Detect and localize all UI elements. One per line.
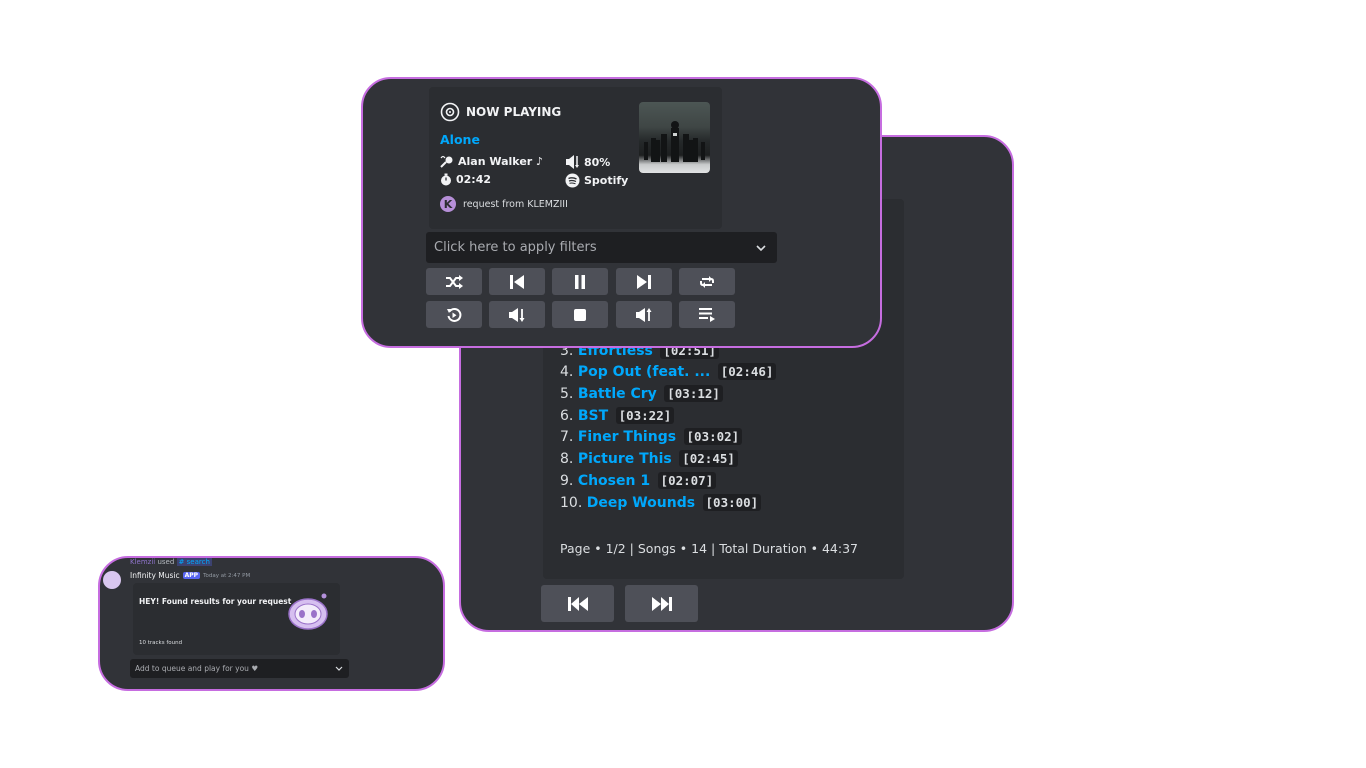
duration-field: 02:42 xyxy=(440,173,491,186)
queue-track-list: 2. Through Da Stor... [03:15] 3. Effortl… xyxy=(560,320,789,514)
track-title[interactable]: Deep Wounds xyxy=(587,495,695,511)
track-title[interactable]: Battle Cry xyxy=(578,386,657,402)
search-embed: HEY! Found results for your request 10 t… xyxy=(133,583,340,655)
now-playing-header: NOW PLAYING xyxy=(440,102,561,122)
requester: K request from KLEMZIII xyxy=(440,196,568,212)
queue-track: 10. Deep Wounds [03:00] xyxy=(560,492,788,514)
track-index: 5. xyxy=(560,386,574,403)
shuffle-button[interactable] xyxy=(426,268,482,295)
disc-icon xyxy=(440,102,460,122)
artist-field: Alan Walker ♪ xyxy=(440,155,543,168)
track-index: 6. xyxy=(560,407,574,424)
track-index: 8. xyxy=(560,451,574,468)
volume-icon xyxy=(566,155,579,169)
volume-down-button[interactable] xyxy=(489,301,545,328)
queue-track: 6. BST [03:22] xyxy=(560,405,788,427)
volume-value: 80% xyxy=(584,155,611,169)
next-button[interactable] xyxy=(616,268,672,295)
loop-button[interactable] xyxy=(679,268,735,295)
replay-icon xyxy=(447,307,462,322)
requester-avatar: K xyxy=(440,196,456,212)
track-index: 7. xyxy=(560,429,574,446)
skip-forward-icon xyxy=(651,596,672,611)
track-title[interactable]: Pop Out (feat. ... xyxy=(578,364,710,380)
command-name[interactable]: # search xyxy=(176,558,212,566)
track-title[interactable]: Picture This xyxy=(578,451,672,467)
track-duration: [02:46] xyxy=(717,363,777,381)
track-index: 10. xyxy=(560,494,583,511)
now-playing-label: NOW PLAYING xyxy=(466,105,562,119)
queue-track: 9. Chosen 1 [02:07] xyxy=(560,470,788,492)
volume-up-button[interactable] xyxy=(616,301,672,328)
first-page-button[interactable] xyxy=(541,585,614,622)
previous-button[interactable] xyxy=(489,268,545,295)
requested-by-text: request from KLEMZIII xyxy=(463,198,568,210)
duration-value: 02:42 xyxy=(456,173,492,186)
tracks-found-count: 10 tracks found xyxy=(139,640,183,646)
volume-up-icon xyxy=(636,307,652,322)
track-title[interactable]: Finer Things xyxy=(578,429,676,445)
source-value: Spotify xyxy=(584,174,629,187)
skip-previous-icon xyxy=(510,274,524,289)
bot-name[interactable]: Infinity Music xyxy=(130,571,180,580)
filter-select[interactable]: Click here to apply filters xyxy=(426,232,777,263)
album-art xyxy=(639,102,710,173)
now-playing-embed: NOW PLAYING Alone Alan Walker ♪ 80% 02:4… xyxy=(429,87,722,229)
skip-back-icon xyxy=(567,596,588,611)
queue-list-icon xyxy=(699,307,715,322)
queue-track: 4. Pop Out (feat. ... [02:46] xyxy=(560,361,788,383)
app-badge: APP xyxy=(182,572,201,579)
microphone-icon xyxy=(440,155,453,168)
artist-name: Alan Walker ♪ xyxy=(458,155,544,168)
queue-track: 5. Battle Cry [03:12] xyxy=(560,383,788,405)
track-duration: [02:07] xyxy=(657,471,717,489)
stop-icon xyxy=(574,308,586,321)
last-page-button[interactable] xyxy=(625,585,698,622)
search-embed-title: HEY! Found results for your request xyxy=(139,597,292,606)
track-duration: [03:02] xyxy=(683,428,743,446)
queue-track: 7. Finer Things [03:02] xyxy=(560,426,788,448)
chevron-down-icon xyxy=(335,666,343,671)
filter-placeholder: Click here to apply filters xyxy=(434,240,597,255)
message-header: Infinity Music APP Today at 2:47 PM xyxy=(130,571,250,580)
track-title[interactable]: BST xyxy=(578,408,608,424)
queue-footer: Page • 1/2 | Songs • 14 | Total Duration… xyxy=(560,541,858,556)
spotify-icon xyxy=(565,173,580,188)
queue-button[interactable] xyxy=(679,301,735,328)
track-duration: [03:22] xyxy=(615,406,675,424)
volume-down-icon xyxy=(509,307,525,322)
command-user[interactable]: Klemzii xyxy=(130,558,155,566)
pause-icon xyxy=(575,274,585,289)
search-result-card: Klemzii used # search Infinity Music APP… xyxy=(98,556,445,691)
pause-button[interactable] xyxy=(552,268,608,295)
bot-avatar[interactable] xyxy=(103,571,121,589)
stop-button[interactable] xyxy=(552,301,608,328)
source-field: Spotify xyxy=(565,173,628,188)
album-art-figures xyxy=(644,121,705,162)
skip-next-icon xyxy=(637,274,651,289)
track-duration: [03:12] xyxy=(664,385,723,403)
track-title[interactable]: Alone xyxy=(440,132,480,147)
track-duration: [03:00] xyxy=(702,493,762,511)
track-index: 9. xyxy=(560,472,574,489)
queue-track: 8. Picture This [02:45] xyxy=(560,448,788,470)
command-used-label: used xyxy=(157,558,175,566)
track-title[interactable]: Chosen 1 xyxy=(578,473,650,489)
repeat-icon xyxy=(700,275,714,288)
message-timestamp: Today at 2:47 PM xyxy=(203,572,251,579)
chevron-down-icon xyxy=(756,244,766,251)
stopwatch-icon xyxy=(441,173,451,186)
add-to-queue-placeholder: Add to queue and play for you ♥ xyxy=(135,664,259,673)
track-duration: [02:45] xyxy=(679,450,738,468)
replay-button[interactable] xyxy=(426,301,482,328)
shuffle-icon xyxy=(446,274,463,289)
volume-field: 80% xyxy=(565,155,610,169)
track-index: 4. xyxy=(560,364,574,381)
now-playing-card: NOW PLAYING Alone Alan Walker ♪ 80% 02:4… xyxy=(361,77,882,348)
command-usage-line: Klemzii used # search xyxy=(130,558,212,566)
add-to-queue-select[interactable]: Add to queue and play for you ♥ xyxy=(130,659,349,678)
bot-mascot-icon xyxy=(288,593,328,630)
